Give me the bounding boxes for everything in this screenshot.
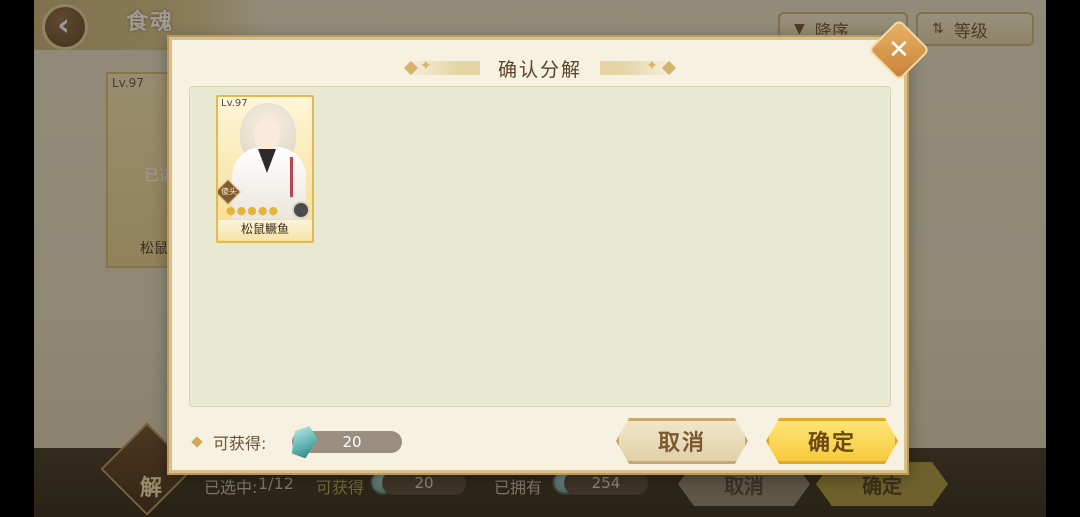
star-icon: ●	[257, 204, 268, 217]
sparkle-icon: ✦	[420, 58, 432, 74]
star-rating: ● ● ● ● ●	[226, 205, 278, 216]
star-icon: ●	[226, 204, 236, 217]
decompose-label: 解	[140, 476, 163, 501]
element-token-icon	[292, 201, 310, 219]
owned-value: 254	[564, 471, 648, 495]
triangle-down-icon: ▼	[794, 21, 805, 37]
star-icon: ●	[268, 204, 279, 217]
diamond-bullet-icon	[191, 436, 203, 448]
owned-label: 已拥有	[494, 478, 543, 497]
dialog-title-bar: ✦ ✦ 确认分解	[403, 49, 677, 87]
confirm-decompose-dialog: ✦ ✦ 确认分解 ✕ Lv.97 傻头 ● ● ● ● ● 松鼠鳜鱼 可获得: …	[169, 18, 931, 473]
obtain-value: 20	[382, 471, 466, 495]
sort-field-label: 等级	[953, 21, 988, 42]
star-icon: ●	[247, 204, 257, 217]
selected-count: 1/12	[258, 474, 294, 493]
selected-cards-area: Lv.97 傻头 ● ● ● ● ● 松鼠鳜鱼	[189, 86, 891, 407]
character-ribbon	[290, 157, 293, 197]
sparkle-icon: ✦	[646, 58, 658, 74]
scene-title: 食魂	[126, 9, 175, 35]
cancel-button[interactable]: 取消	[616, 418, 748, 464]
obtain-label: 可获得	[316, 478, 365, 497]
card-level: Lv.97	[112, 76, 144, 90]
character-card[interactable]: Lv.97 傻头 ● ● ● ● ● 松鼠鳜鱼	[216, 95, 314, 243]
sort-arrows-icon: ⇅	[932, 21, 944, 37]
rank-badge-label: 傻头	[221, 187, 237, 196]
card-level: Lv.97	[221, 98, 248, 109]
character-face	[254, 119, 280, 151]
reward-row: 可获得:	[191, 429, 267, 455]
dialog-title: 确认分解	[479, 54, 600, 82]
close-x-icon: ✕	[888, 34, 910, 65]
card-name: 松鼠鳜鱼	[218, 220, 312, 240]
reward-label: 可获得:	[213, 434, 267, 453]
card-name: 松鼠	[140, 241, 168, 257]
selected-label: 已选中:	[204, 478, 258, 497]
back-arrow-icon: ‹	[57, 7, 70, 43]
back-button[interactable]: ‹	[42, 4, 88, 50]
star-icon: ●	[236, 204, 247, 217]
sort-field-button[interactable]: ⇅ 等级	[916, 12, 1034, 46]
confirm-button[interactable]: 确定	[766, 418, 898, 464]
